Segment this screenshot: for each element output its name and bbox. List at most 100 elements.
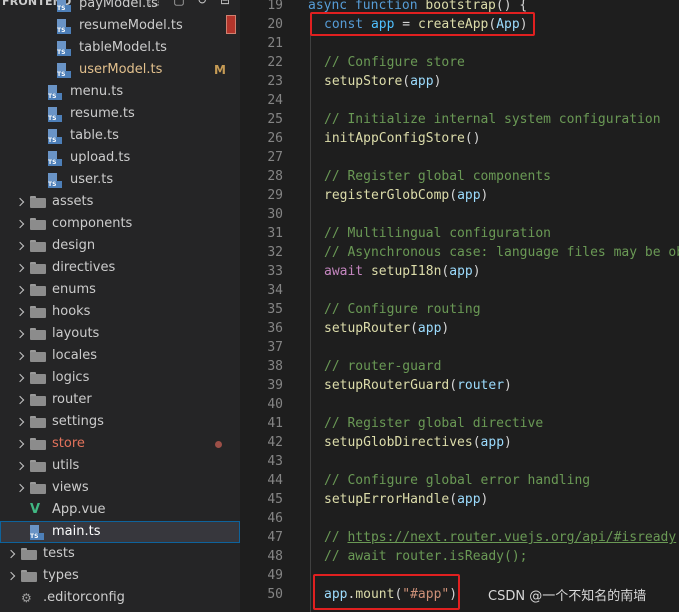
typescript-file-icon: TS: [57, 63, 71, 79]
folder-item[interactable]: locales: [0, 345, 240, 367]
file-item[interactable]: TS menu.ts: [0, 81, 240, 103]
chevron-right-icon[interactable]: [16, 367, 26, 389]
chevron-right-icon[interactable]: [16, 323, 26, 345]
code-line[interactable]: 27: [240, 148, 679, 167]
folder-item[interactable]: components: [0, 213, 240, 235]
file-item[interactable]: TS main.ts: [0, 521, 240, 543]
code-editor[interactable]: 19 async function bootstrap() {20 const ap…: [240, 0, 679, 612]
file-item[interactable]: TS upload.ts: [0, 147, 240, 169]
chevron-right-icon[interactable]: [16, 191, 26, 213]
chevron-right-icon[interactable]: [16, 389, 26, 411]
code-line[interactable]: 32 // Asynchronous case: language files m…: [240, 243, 679, 262]
line-number: 23: [267, 74, 283, 89]
code-line[interactable]: 22 // Configure store: [240, 53, 679, 72]
folder-item[interactable]: settings: [0, 411, 240, 433]
tree-item-label: tableModel.ts: [79, 40, 167, 55]
code-line[interactable]: 41 // Register global directive: [240, 414, 679, 433]
code-token: setupI18n: [370, 264, 442, 279]
chevron-right-icon[interactable]: [16, 235, 26, 257]
code-text: // await router.isReady();: [324, 547, 528, 566]
file-item[interactable]: TS user.ts: [0, 169, 240, 191]
code-line[interactable]: 47 // https://next.router.vuejs.org/api/#…: [240, 528, 679, 547]
code-line[interactable]: 29 registerGlobComp(app): [240, 186, 679, 205]
folder-item[interactable]: logics: [0, 367, 240, 389]
folder-item[interactable]: directives: [0, 257, 240, 279]
folder-icon: [30, 460, 46, 472]
explorer-sidebar: FRONTEND ⬚ ▢ ↻ ⊟ TS payModel.ts TS resumeMo…: [0, 0, 240, 612]
file-item[interactable]: TS payModel.ts: [0, 0, 240, 15]
folder-item[interactable]: tests: [0, 543, 240, 565]
chevron-right-icon[interactable]: [16, 433, 26, 455]
folder-item[interactable]: hooks: [0, 301, 240, 323]
code-line[interactable]: 36 setupRouter(app): [240, 319, 679, 338]
folder-item[interactable]: layouts: [0, 323, 240, 345]
code-line[interactable]: 48 // await router.isReady();: [240, 547, 679, 566]
code-line[interactable]: 35 // Configure routing: [240, 300, 679, 319]
code-line[interactable]: 43: [240, 452, 679, 471]
code-line[interactable]: 28 // Register global components: [240, 167, 679, 186]
highlight-box-app-mount: [313, 574, 460, 610]
chevron-right-icon[interactable]: [16, 455, 26, 477]
code-line[interactable]: 23 setupStore(app): [240, 72, 679, 91]
code-line[interactable]: 33 await setupI18n(app): [240, 262, 679, 281]
folder-item[interactable]: design: [0, 235, 240, 257]
code-line[interactable]: 38 // router-guard: [240, 357, 679, 376]
code-line[interactable]: 31 // Multilingual configuration: [240, 224, 679, 243]
scrollbar-marker[interactable]: [226, 15, 236, 34]
tree-item-label: views: [52, 480, 89, 495]
chevron-right-icon[interactable]: [16, 213, 26, 235]
chevron-right-icon[interactable]: [16, 257, 26, 279]
code-line[interactable]: 25 // Initialize internal system configur…: [240, 110, 679, 129]
code-line[interactable]: 44 // Configure global error handling: [240, 471, 679, 490]
code-line[interactable]: 37: [240, 338, 679, 357]
folder-item[interactable]: types: [0, 565, 240, 587]
code-line[interactable]: 34: [240, 281, 679, 300]
line-number: 49: [267, 568, 283, 583]
typescript-file-icon: TS: [30, 525, 44, 541]
file-item[interactable]: TS table.ts: [0, 125, 240, 147]
code-line[interactable]: 40: [240, 395, 679, 414]
code-token: setupStore: [324, 74, 403, 89]
code-line[interactable]: 39 setupRouterGuard(router): [240, 376, 679, 395]
line-number: 25: [267, 112, 283, 127]
folder-item[interactable]: views: [0, 477, 240, 499]
folder-item[interactable]: utils: [0, 455, 240, 477]
code-token: // router-guard: [324, 359, 442, 374]
code-line[interactable]: 46: [240, 509, 679, 528]
chevron-right-icon[interactable]: [16, 301, 26, 323]
code-token: // Multilingual configuration: [324, 226, 551, 241]
code-token: registerGlobComp: [324, 188, 450, 203]
typescript-file-icon: TS: [48, 107, 62, 123]
code-line[interactable]: 21: [240, 34, 679, 53]
code-token: // Asynchronous case: language files may…: [324, 245, 679, 260]
chevron-right-icon[interactable]: [7, 565, 17, 587]
code-line[interactable]: 26 initAppConfigStore(): [240, 129, 679, 148]
file-item[interactable]: TS resumeModel.ts: [0, 15, 240, 37]
code-text: // Register global components: [324, 167, 551, 186]
code-line[interactable]: 42 setupGlobDirectives(app): [240, 433, 679, 452]
vue-file-icon: V: [30, 502, 41, 517]
file-item[interactable]: ⚙ .editorconfig: [0, 587, 240, 609]
line-number: 27: [267, 150, 283, 165]
file-item[interactable]: TS tableModel.ts: [0, 37, 240, 59]
chevron-right-icon[interactable]: [16, 345, 26, 367]
file-item[interactable]: V App.vue: [0, 499, 240, 521]
code-text: // Register global directive: [324, 414, 543, 433]
line-number: 28: [267, 169, 283, 184]
folder-item[interactable]: router: [0, 389, 240, 411]
chevron-right-icon[interactable]: [16, 411, 26, 433]
file-item[interactable]: TS resume.ts: [0, 103, 240, 125]
chevron-right-icon[interactable]: [16, 279, 26, 301]
code-line[interactable]: 45 setupErrorHandle(app): [240, 490, 679, 509]
code-token: (): [464, 131, 481, 146]
code-line[interactable]: 24: [240, 91, 679, 110]
line-number: 39: [267, 378, 283, 393]
folder-item[interactable]: assets: [0, 191, 240, 213]
folder-item[interactable]: store: [0, 433, 240, 455]
chevron-right-icon[interactable]: [7, 543, 17, 565]
file-item[interactable]: TS userModel.ts M: [0, 59, 240, 81]
chevron-right-icon[interactable]: [16, 477, 26, 499]
folder-item[interactable]: enums: [0, 279, 240, 301]
code-token[interactable]: https://next.router.vuejs.org/api/#isrea…: [347, 530, 676, 545]
code-line[interactable]: 30: [240, 205, 679, 224]
